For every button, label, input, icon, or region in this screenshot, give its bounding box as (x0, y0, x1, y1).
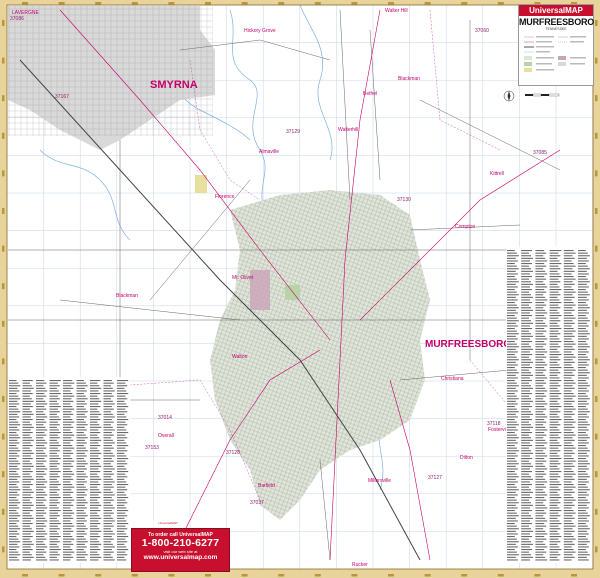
legend-symbols (524, 36, 586, 72)
street-index-right (506, 247, 593, 563)
zip-label: 37127 (428, 475, 442, 481)
zip-label: 37167 (55, 94, 69, 100)
small-brand-logo: UniversalMAP (153, 520, 183, 527)
brand-logo: UniversalMAP (519, 5, 593, 16)
map-title: MURFREESBORO (519, 17, 595, 27)
map-canvas[interactable]: LAVERGNE SMYRNA MURFREESBORO Hickory Gro… (0, 0, 600, 578)
zip-label: 37153 (145, 445, 159, 451)
street-index-left (8, 377, 131, 563)
order-promo-panel[interactable]: To order call UniversalMAP 1-800-210-627… (131, 528, 230, 572)
smyrna-streets (8, 6, 213, 136)
place-label: Rucker (352, 562, 368, 568)
place-label: Compton (455, 224, 476, 230)
compass-icon (503, 90, 515, 102)
zip-label: 37037 (250, 500, 264, 506)
place-label: Overall (158, 433, 174, 439)
zip-label: 37129 (286, 129, 300, 135)
place-label: Bethel (363, 91, 377, 97)
park-area-3 (285, 285, 300, 300)
place-label: Walton (232, 354, 248, 360)
map-frame: LAVERGNE SMYRNA MURFREESBORO Hickory Gro… (0, 0, 600, 578)
legend (522, 33, 590, 83)
zip-label: 37086 (10, 16, 24, 22)
border-top (0, 0, 600, 5)
place-label: Hickory Grove (244, 28, 276, 34)
place-label: Kittrell (490, 171, 504, 177)
zip-label: 37014 (158, 415, 172, 421)
park-area-2 (195, 175, 207, 193)
map-subtitle: TENNESSEE (545, 27, 567, 31)
place-label: Blackman (116, 293, 138, 299)
zip-label: 37128 (226, 450, 240, 456)
place-label-smyrna: SMYRNA (150, 79, 198, 91)
place-label: Barfield (258, 483, 275, 489)
zip-label: 37085 (533, 150, 547, 156)
promo-phone[interactable]: 1-800-210-6277 (132, 538, 229, 549)
place-label: Mt. Olivet (232, 275, 254, 281)
place-label-murfreesboro: MURFREESBORO (425, 339, 511, 350)
zip-label: 37130 (397, 197, 411, 203)
zip-label: 37060 (475, 28, 489, 34)
promo-url[interactable]: www.universalmap.com (132, 554, 229, 561)
zip-label: 37118 (487, 421, 501, 427)
title-panel: UniversalMAP MURFREESBORO TENNESSEE (518, 4, 594, 86)
place-label: Walterhill (338, 127, 358, 133)
scale-bar (525, 93, 560, 97)
place-label: Dilton (460, 455, 473, 461)
place-label: Florence (215, 194, 235, 200)
place-label: Millersville (368, 478, 391, 484)
place-label: Christiana (441, 376, 464, 382)
border-bottom (0, 569, 600, 578)
place-label: Walter Hill (385, 8, 408, 14)
place-label: Almaville (259, 149, 279, 155)
place-label: Blackman (398, 76, 420, 82)
